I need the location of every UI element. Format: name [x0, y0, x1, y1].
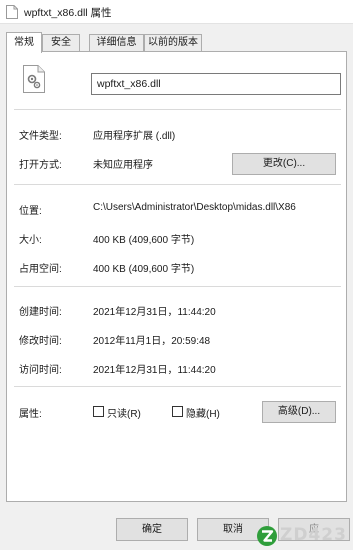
- location-label: 位置:: [19, 206, 42, 217]
- attributes-label: 属性:: [19, 409, 42, 420]
- file-name-field[interactable]: wpftxt_x86.dll: [91, 73, 341, 95]
- tab-security[interactable]: 安全: [42, 34, 80, 52]
- title-bar: wpftxt_x86.dll 属性: [0, 0, 353, 24]
- file-icon: [6, 5, 18, 19]
- tab-general[interactable]: 常规: [6, 32, 42, 53]
- ok-button[interactable]: 确定: [116, 518, 188, 541]
- general-panel: wpftxt_x86.dll 文件类型: 应用程序扩展 (.dll) 打开方式:…: [6, 51, 347, 502]
- created-label: 创建时间:: [19, 307, 62, 318]
- readonly-label[interactable]: 只读(R): [107, 405, 141, 420]
- file-type-label: 文件类型:: [19, 131, 62, 142]
- divider: [14, 286, 341, 287]
- size-on-disk-label: 占用空间:: [19, 264, 62, 275]
- accessed-value: 2021年12月31日，11:44:20: [93, 365, 216, 376]
- window-title: wpftxt_x86.dll 属性: [24, 7, 112, 19]
- change-button[interactable]: 更改(C)...: [232, 153, 336, 175]
- opens-with-label: 打开方式:: [19, 160, 62, 171]
- watermark: ZD423: [256, 521, 353, 550]
- tab-label: 详细信息: [96, 37, 137, 48]
- size-label: 大小:: [19, 235, 42, 246]
- created-value: 2021年12月31日，11:44:20: [93, 307, 216, 318]
- hidden-checkbox[interactable]: [172, 406, 183, 417]
- modified-label: 修改时间:: [19, 336, 62, 347]
- readonly-checkbox[interactable]: [93, 406, 104, 417]
- zd-logo-icon: [257, 526, 277, 546]
- tab-details[interactable]: 详细信息: [89, 34, 144, 52]
- size-on-disk-value: 400 KB (409,600 字节): [93, 264, 195, 275]
- dll-file-gear-icon: [23, 65, 45, 93]
- divider: [14, 184, 341, 185]
- size-value: 400 KB (409,600 字节): [93, 235, 195, 246]
- hidden-label[interactable]: 隐藏(H): [186, 405, 220, 420]
- tab-previous-versions[interactable]: 以前的版本: [144, 34, 202, 52]
- opens-with-value: 未知应用程序: [93, 160, 153, 171]
- modified-value: 2012年11月1日，20:59:48: [93, 336, 211, 347]
- divider: [14, 386, 341, 387]
- tab-label: 常规: [14, 37, 34, 48]
- location-value: C:\Users\Administrator\Desktop\midas.dll…: [93, 202, 296, 213]
- divider: [14, 109, 341, 110]
- watermark-text: ZD423: [280, 525, 347, 545]
- tab-label: 以前的版本: [148, 37, 198, 48]
- file-type-value: 应用程序扩展 (.dll): [93, 131, 176, 142]
- accessed-label: 访问时间:: [19, 365, 62, 376]
- tab-label: 安全: [51, 37, 71, 48]
- advanced-button[interactable]: 高级(D)...: [262, 401, 336, 423]
